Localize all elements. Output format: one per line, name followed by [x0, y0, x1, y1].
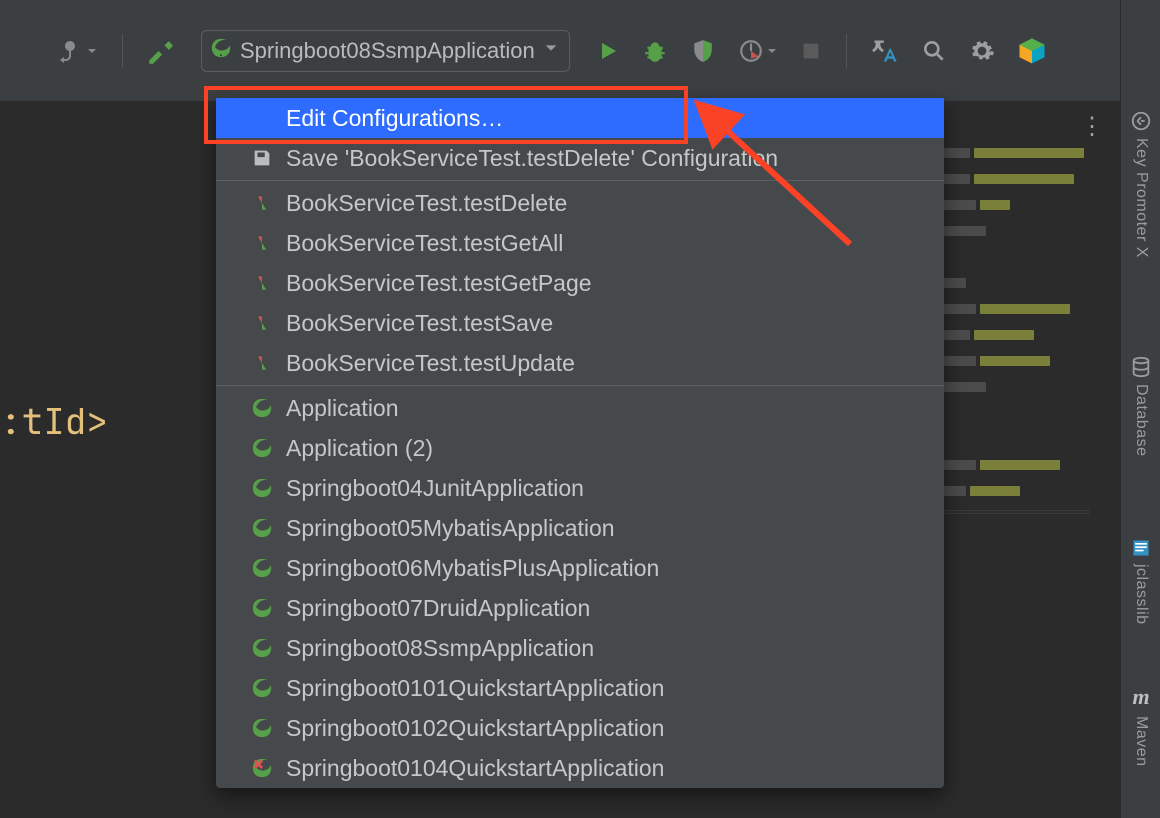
menu-run-config-app[interactable]: Springboot06MybatisPlusApplication: [216, 548, 944, 588]
menu-run-config-app[interactable]: Springboot08SsmpApplication: [216, 628, 944, 668]
menu-item-label: BookServiceTest.testGetPage: [286, 270, 592, 297]
spring-icon: [250, 636, 274, 660]
run-config-label: Springboot08SsmpApplication: [240, 38, 535, 64]
tool-window-label: Key Promoter X: [1132, 138, 1150, 258]
menu-run-config-app[interactable]: Springboot07DruidApplication: [216, 588, 944, 628]
menu-run-config-app[interactable]: Springboot0102QuickstartApplication: [216, 708, 944, 748]
test-icon: [250, 271, 274, 295]
menu-item-label: Springboot06MybatisPlusApplication: [286, 555, 659, 582]
menu-item-label: Springboot0104QuickstartApplication: [286, 755, 664, 782]
menu-item-label: Springboot0102QuickstartApplication: [286, 715, 664, 742]
menu-item-label: BookServiceTest.testSave: [286, 310, 553, 337]
menu-item-label: Springboot05MybatisApplication: [286, 515, 615, 542]
vcs-button[interactable]: [54, 35, 102, 67]
spring-icon: [250, 556, 274, 580]
menu-item-label: BookServiceTest.testGetAll: [286, 230, 563, 257]
menu-item-label: Springboot08SsmpApplication: [286, 635, 594, 662]
tool-window-label: jclasslib: [1132, 564, 1150, 625]
build-button[interactable]: [143, 33, 179, 69]
menu-item-label: Application (2): [286, 435, 433, 462]
save-icon: [250, 146, 274, 170]
menu-run-config-app-error[interactable]: Springboot0104QuickstartApplication: [216, 748, 944, 788]
settings-button[interactable]: [965, 34, 999, 68]
menu-run-config-app[interactable]: Application: [216, 388, 944, 428]
spring-icon: [250, 596, 274, 620]
menu-run-config-test[interactable]: BookServiceTest.testGetAll: [216, 223, 944, 263]
tool-window-jclasslib[interactable]: jclasslib: [1121, 538, 1160, 625]
test-icon: [250, 231, 274, 255]
tool-window-label: Database: [1132, 384, 1150, 457]
menu-run-config-app[interactable]: Application (2): [216, 428, 944, 468]
spring-icon: [250, 476, 274, 500]
menu-run-config-test[interactable]: BookServiceTest.testSave: [216, 303, 944, 343]
test-icon: [250, 191, 274, 215]
chevron-down-icon: [543, 40, 559, 61]
tool-window-maven[interactable]: m Maven: [1121, 684, 1160, 767]
minimap-viewport: [936, 510, 1090, 514]
spring-icon: [250, 436, 274, 460]
translate-button[interactable]: [867, 33, 903, 69]
code-minimap: [936, 148, 1090, 512]
stop-button[interactable]: [796, 36, 826, 66]
coverage-button[interactable]: [686, 34, 720, 68]
main-toolbar: Springboot08SsmpApplication: [0, 0, 1120, 102]
separator: [846, 34, 847, 68]
menu-item-label: BookServiceTest.testDelete: [286, 190, 567, 217]
menu-item-label: Application: [286, 395, 399, 422]
menu-run-config-app[interactable]: Springboot0101QuickstartApplication: [216, 668, 944, 708]
menu-save-configuration[interactable]: Save 'BookServiceTest.testDelete' Config…: [216, 138, 944, 178]
run-config-dropdown: Edit Configurations… Save 'BookServiceTe…: [216, 98, 944, 788]
spring-icon: [250, 516, 274, 540]
profiler-button[interactable]: [734, 34, 782, 68]
menu-run-config-test[interactable]: BookServiceTest.testDelete: [216, 183, 944, 223]
menu-item-label: Edit Configurations…: [286, 105, 503, 132]
spring-icon: [250, 716, 274, 740]
spring-icon: [250, 396, 274, 420]
right-tool-window-bar: Key Promoter X Database jclasslib m Mave…: [1120, 0, 1160, 818]
spring-error-icon: [250, 756, 274, 780]
code-fragment: :tId>: [0, 397, 108, 445]
menu-edit-configurations[interactable]: Edit Configurations…: [216, 98, 944, 138]
menu-run-config-app[interactable]: Springboot05MybatisApplication: [216, 508, 944, 548]
debug-button[interactable]: [638, 34, 672, 68]
test-icon: [250, 311, 274, 335]
menu-item-label: Springboot0101QuickstartApplication: [286, 675, 664, 702]
menu-run-config-test[interactable]: BookServiceTest.testGetPage: [216, 263, 944, 303]
menu-run-config-app[interactable]: Springboot04JunitApplication: [216, 468, 944, 508]
menu-item-label: Springboot07DruidApplication: [286, 595, 590, 622]
menu-item-label: Springboot04JunitApplication: [286, 475, 584, 502]
search-button[interactable]: [917, 34, 951, 68]
more-menu-button[interactable]: ⋮: [1080, 112, 1106, 141]
menu-item-label: Save 'BookServiceTest.testDelete' Config…: [286, 145, 778, 172]
menu-item-label: BookServiceTest.testUpdate: [286, 350, 575, 377]
tool-window-database[interactable]: Database: [1121, 356, 1160, 457]
test-icon: [250, 351, 274, 375]
tool-window-key-promoter[interactable]: Key Promoter X: [1121, 110, 1160, 258]
menu-run-config-test[interactable]: BookServiceTest.testUpdate: [216, 343, 944, 383]
spring-icon: [210, 37, 232, 64]
run-button[interactable]: [592, 35, 624, 67]
separator: [122, 34, 123, 68]
menu-separator: [216, 385, 944, 386]
tool-window-label: Maven: [1132, 716, 1150, 767]
jetbrains-toolbox-icon[interactable]: [1013, 32, 1051, 70]
run-config-selector[interactable]: Springboot08SsmpApplication: [201, 30, 570, 72]
menu-separator: [216, 180, 944, 181]
maven-icon: m: [1132, 684, 1149, 710]
spring-icon: [250, 676, 274, 700]
